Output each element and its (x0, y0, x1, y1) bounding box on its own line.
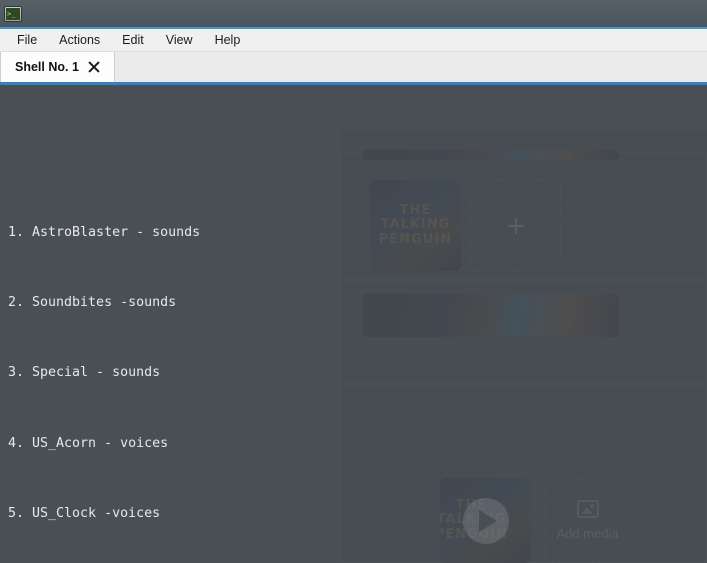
poster-title: THE TALKING PENGUIN (378, 202, 453, 247)
add-media-card[interactable]: Add media (545, 478, 630, 563)
terminal-line: 3. Special - sounds (8, 365, 161, 381)
menu-item-edit[interactable]: Edit (113, 30, 153, 50)
terminal-window: File Actions Edit View Help Shell No. 1 (0, 0, 707, 85)
title-bar-accent (0, 27, 707, 29)
terminal-line: 2. Soundbites -sounds (8, 295, 177, 311)
menu-bar: File Actions Edit View Help (0, 29, 707, 52)
terminal-line: 5. US_Clock -voices (8, 505, 161, 521)
menu-item-actions[interactable]: Actions (50, 30, 109, 50)
image-icon (576, 500, 599, 518)
terminal-line: 1. AstroBlaster - sounds (8, 225, 201, 241)
menu-item-file[interactable]: File (8, 30, 46, 50)
title-bar[interactable] (0, 0, 707, 29)
tab-bar: Shell No. 1 (0, 52, 707, 85)
plus-icon (507, 217, 524, 234)
menu-item-view[interactable]: View (157, 30, 202, 50)
play-icon[interactable] (462, 497, 509, 544)
terminal-line: 4. US_Acorn - voices (8, 435, 169, 451)
terminal-icon (4, 6, 22, 22)
terminal-output[interactable]: 1. AstroBlaster - sounds 2. Soundbites -… (0, 85, 340, 563)
tab-shell-no-1[interactable]: Shell No. 1 (0, 52, 115, 82)
add-media-label: Add media (556, 526, 619, 541)
terminal-spacer (0, 151, 340, 174)
tab-label: Shell No. 1 (15, 60, 79, 74)
background-banner-wide[interactable] (363, 294, 619, 337)
menu-item-help[interactable]: Help (206, 30, 250, 50)
media-thumbnail-video[interactable]: THE TALKING PENGUIN (440, 478, 531, 563)
close-icon[interactable] (88, 61, 100, 73)
